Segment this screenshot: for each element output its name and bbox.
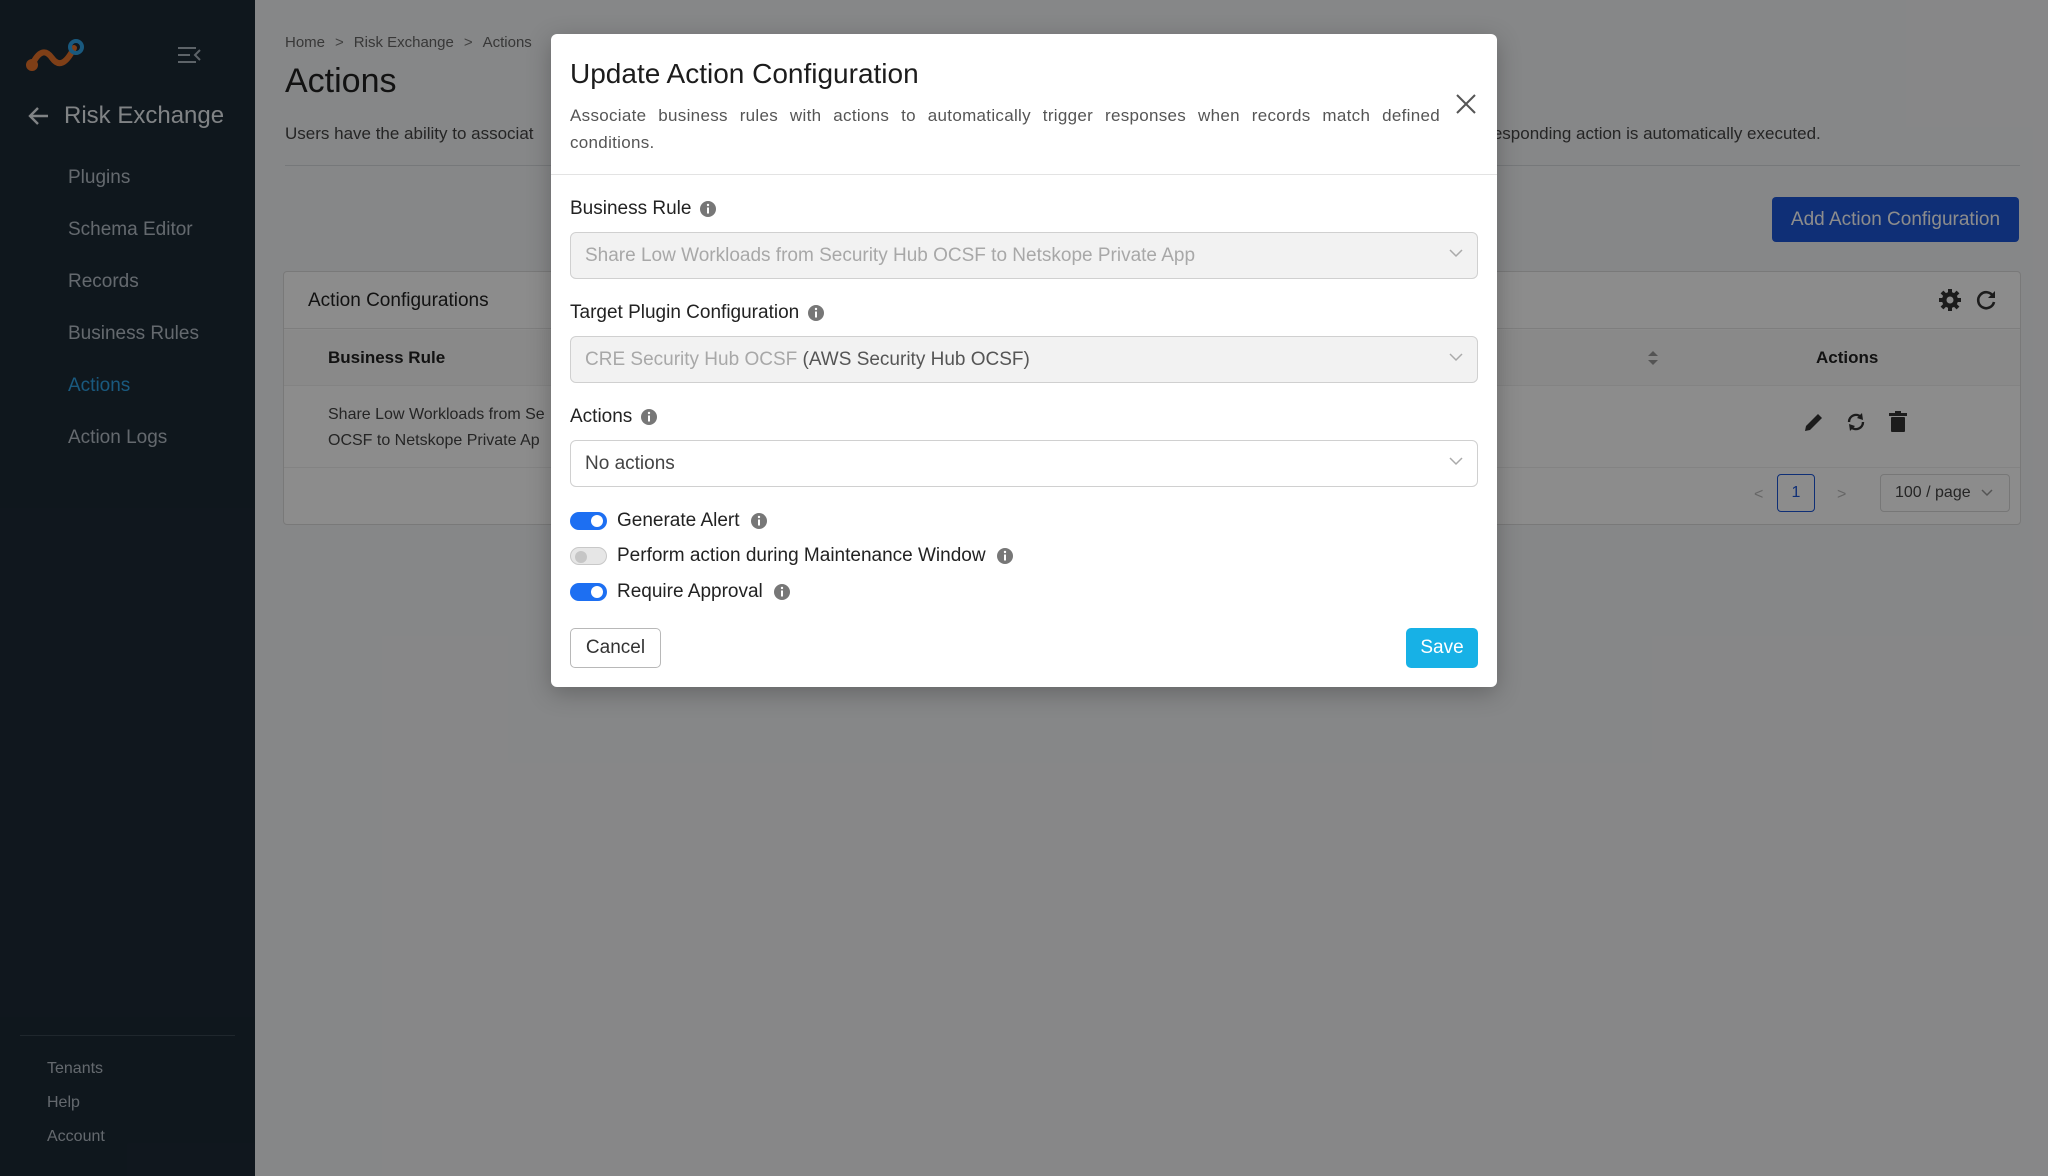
actions-label-text: Actions (570, 406, 633, 427)
actions-select[interactable]: No actions (570, 440, 1478, 487)
generate-alert-toggle[interactable] (570, 512, 607, 530)
cancel-button[interactable]: Cancel (570, 628, 661, 668)
info-icon[interactable] (699, 200, 717, 218)
save-button[interactable]: Save (1406, 628, 1478, 668)
target-plugin-label: Target Plugin Configuration (570, 302, 825, 324)
update-action-configuration-modal: Update Action Configuration Associate bu… (551, 34, 1497, 687)
business-rule-value: Share Low Workloads from Security Hub OC… (585, 245, 1196, 266)
generate-alert-label: Generate Alert (617, 510, 740, 531)
generate-alert-row: Generate Alert (570, 510, 768, 532)
require-approval-toggle[interactable] (570, 583, 607, 601)
info-icon[interactable] (773, 583, 791, 601)
target-plugin-label-text: Target Plugin Configuration (570, 302, 800, 323)
target-plugin-select: CRE Security Hub OCSF (AWS Security Hub … (570, 336, 1478, 383)
target-plugin-name: CRE Security Hub OCSF (585, 349, 798, 370)
modal-divider (551, 174, 1497, 175)
info-icon[interactable] (996, 547, 1014, 565)
target-plugin-type: (AWS Security Hub OCSF) (802, 349, 1030, 370)
maintenance-window-row: Perform action during Maintenance Window (570, 545, 1014, 567)
require-approval-row: Require Approval (570, 581, 791, 603)
actions-value: No actions (585, 453, 675, 474)
maintenance-window-toggle[interactable] (570, 547, 607, 565)
business-rule-label: Business Rule (570, 198, 717, 220)
info-icon[interactable] (640, 408, 658, 426)
require-approval-label: Require Approval (617, 581, 763, 602)
info-icon[interactable] (807, 304, 825, 322)
close-icon[interactable] (1454, 92, 1478, 116)
business-rule-select: Share Low Workloads from Security Hub OC… (570, 232, 1478, 279)
info-icon[interactable] (750, 512, 768, 530)
chevron-down-icon (1449, 353, 1463, 362)
maintenance-window-label: Perform action during Maintenance Window (617, 545, 986, 566)
modal-description: Associate business rules with actions to… (570, 106, 1440, 152)
chevron-down-icon (1449, 249, 1463, 258)
actions-label: Actions (570, 406, 658, 428)
business-rule-label-text: Business Rule (570, 198, 692, 219)
chevron-down-icon (1449, 457, 1463, 466)
modal-title: Update Action Configuration (570, 58, 919, 89)
